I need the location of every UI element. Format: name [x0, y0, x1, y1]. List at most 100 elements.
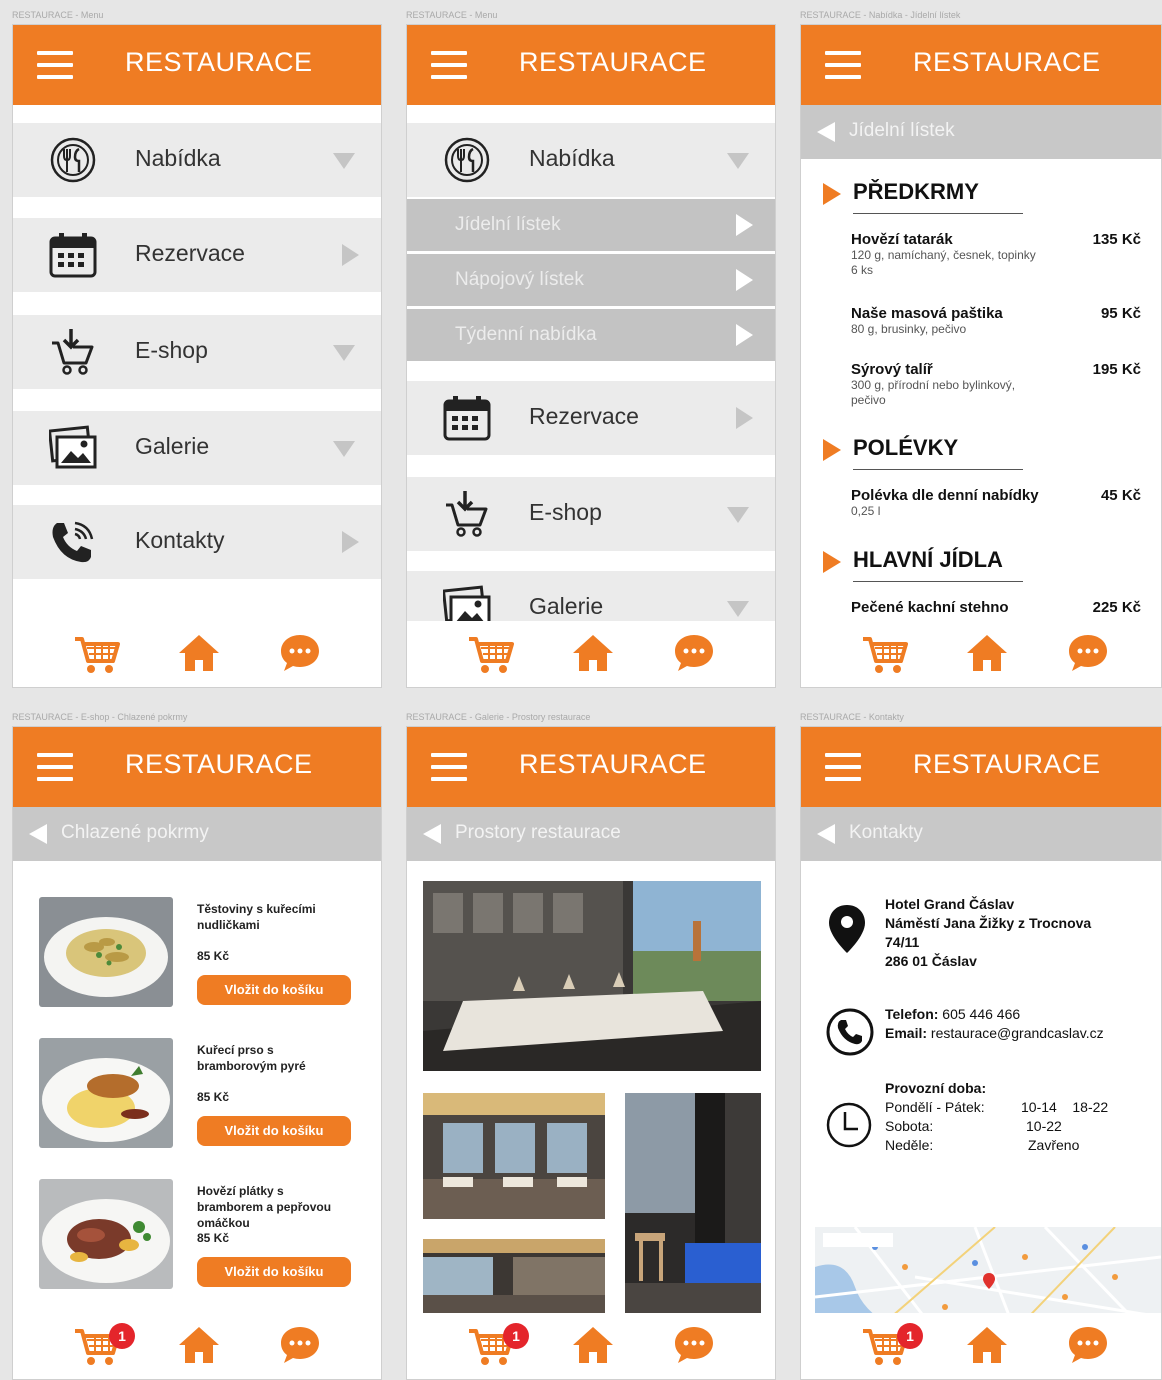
- chat-icon[interactable]: [1067, 1325, 1109, 1365]
- calendar-icon: [443, 395, 491, 441]
- menu-item-label: E-shop: [529, 499, 602, 525]
- home-icon[interactable]: [177, 633, 221, 673]
- product-name: Kuřecí prso s bramborovým pyré: [197, 1043, 306, 1073]
- submenu-item-napojovy-listek[interactable]: Nápojový lístek: [407, 254, 775, 306]
- menu-item-rezervace[interactable]: Rezervace: [407, 381, 775, 455]
- menu-item-rezervace[interactable]: Rezervace: [13, 218, 381, 292]
- hours-time: 10-14 18-22: [1021, 1099, 1109, 1115]
- dish-item: Pečené kachní stehno 225 Kč: [851, 599, 1141, 616]
- home-icon[interactable]: [571, 633, 615, 673]
- category-marker-icon: [823, 551, 841, 573]
- phone-screen: RESTAURACE Prostory restaurace 1: [406, 726, 776, 1380]
- frame-label: RESTAURACE - Menu: [406, 10, 498, 20]
- gallery-photo-tables[interactable]: [423, 1239, 605, 1317]
- cart-count-badge: 1: [109, 1323, 135, 1349]
- back-arrow-icon[interactable]: [817, 824, 835, 844]
- chevron-right-icon: [736, 269, 753, 291]
- hours-row: Neděle: Zavřeno: [885, 1136, 1145, 1155]
- home-icon[interactable]: [965, 1325, 1009, 1365]
- home-icon[interactable]: [965, 633, 1009, 673]
- cart-icon[interactable]: [467, 635, 515, 675]
- bottom-nav: 1: [801, 1313, 1161, 1379]
- app-header: RESTAURACE: [801, 25, 1161, 105]
- menu-item-label: Nabídka: [529, 145, 615, 171]
- hamburger-menu-icon[interactable]: [825, 753, 861, 781]
- hamburger-menu-icon[interactable]: [37, 51, 73, 79]
- chat-icon[interactable]: [673, 1325, 715, 1365]
- menu-item-galerie[interactable]: Galerie: [13, 411, 381, 485]
- app-header: RESTAURACE: [13, 727, 381, 807]
- email-label: Email:: [885, 1025, 928, 1041]
- address-line: Náměstí Jana Žižky z Trocnova: [885, 915, 1092, 931]
- chat-icon[interactable]: [673, 633, 715, 673]
- cart-download-icon: [49, 329, 97, 375]
- add-to-cart-button[interactable]: Vložit do košíku: [197, 1257, 351, 1287]
- dish-item: Sýrový talíř 300 g, přírodní nebo bylink…: [851, 361, 1141, 408]
- page-title: Prostory restaurace: [455, 822, 621, 843]
- chat-icon[interactable]: [279, 633, 321, 673]
- menu-item-kontakty[interactable]: Kontakty: [13, 505, 381, 579]
- frame-label: RESTAURACE - Galerie - Prostory restaura…: [406, 712, 591, 722]
- menu-item-nabidka[interactable]: Nabídka: [13, 123, 381, 197]
- back-arrow-icon[interactable]: [29, 824, 47, 844]
- chevron-down-icon: [333, 153, 355, 169]
- gallery-photo-bar[interactable]: [625, 1093, 761, 1317]
- category-marker-icon: [823, 439, 841, 461]
- menu-item-nabidka[interactable]: Nabídka: [407, 123, 775, 197]
- product-name: Těstoviny s kuřecími nudličkami: [197, 902, 316, 932]
- dish-description: 0,25 l: [851, 504, 881, 518]
- frame-menu-expanded: RESTAURACE - Menu RESTAURACE Nabídka Jíd…: [406, 10, 776, 688]
- chevron-right-icon: [736, 214, 753, 236]
- chat-icon[interactable]: [1067, 633, 1109, 673]
- dish-price: 135 Kč: [1092, 231, 1141, 248]
- hours-time: 10-22: [1026, 1118, 1062, 1134]
- category-marker-icon: [823, 183, 841, 205]
- cart-download-icon: [443, 491, 491, 537]
- dish-name: Naše masová paštika: [851, 305, 1003, 322]
- dish-price: 95 Kč: [1100, 305, 1141, 322]
- submenu-item-jidelni-listek[interactable]: Jídelní lístek: [407, 199, 775, 251]
- cart-icon[interactable]: [73, 635, 121, 675]
- address: Hotel Grand Čáslav Náměstí Jana Žižky z …: [885, 895, 1091, 971]
- product-card: Kuřecí prso s bramborovým pyré 85 Kč Vlo…: [39, 1038, 369, 1158]
- home-icon[interactable]: [177, 1325, 221, 1365]
- back-arrow-icon[interactable]: [423, 824, 441, 844]
- submenu-item-tydenni-nabidka[interactable]: Týdenní nabídka: [407, 309, 775, 361]
- hamburger-menu-icon[interactable]: [825, 51, 861, 79]
- address-line: Hotel Grand Čáslav: [885, 896, 1015, 912]
- product-price: 85 Kč: [197, 1231, 230, 1245]
- menu-item-eshop[interactable]: E-shop: [13, 315, 381, 389]
- gallery-photo-dining-hall[interactable]: [423, 881, 761, 1071]
- hamburger-menu-icon[interactable]: [431, 753, 467, 781]
- product-price: 85 Kč: [197, 1090, 230, 1104]
- frame-kontakty: RESTAURACE - Kontakty RESTAURACE Kontakt…: [800, 712, 1162, 1380]
- email-address[interactable]: restaurace@grandcaslav.cz: [931, 1025, 1104, 1041]
- hours-row: Pondělí - Pátek: 10-14 18-22: [885, 1098, 1145, 1117]
- gallery-photo-lounge[interactable]: [423, 1093, 605, 1219]
- hamburger-menu-icon[interactable]: [431, 51, 467, 79]
- bottom-nav: 1: [13, 1313, 381, 1379]
- sub-header: Kontakty: [801, 807, 1161, 861]
- menu-item-label: Rezervace: [135, 240, 245, 266]
- frame-eshop: RESTAURACE - E-shop - Chlazené pokrmy RE…: [12, 712, 382, 1380]
- dish-description: 120 g, namíchaný, česnek, topinky 6 ks: [851, 248, 1036, 277]
- frame-label: RESTAURACE - Menu: [12, 10, 104, 20]
- frame-jidelni-listek: RESTAURACE - Nabídka - Jídelní lístek RE…: [800, 10, 1162, 688]
- add-to-cart-button[interactable]: Vložit do košíku: [197, 975, 351, 1005]
- dish-price: 45 Kč: [1100, 487, 1141, 504]
- cart-icon[interactable]: [861, 635, 909, 675]
- phone-number[interactable]: 605 446 466: [942, 1006, 1020, 1022]
- opening-hours: Pondělí - Pátek: 10-14 18-22 Sobota: 10-…: [885, 1098, 1145, 1155]
- hours-title: Provozní doba:: [885, 1080, 987, 1096]
- menu-item-eshop[interactable]: E-shop: [407, 477, 775, 551]
- app-header: RESTAURACE: [13, 25, 381, 105]
- back-arrow-icon[interactable]: [817, 122, 835, 142]
- chevron-down-icon: [333, 345, 355, 361]
- home-icon[interactable]: [571, 1325, 615, 1365]
- dish-price: 195 Kč: [1092, 361, 1141, 378]
- dish-item: Polévka dle denní nabídky 0,25 l 45 Kč: [851, 487, 1141, 519]
- add-to-cart-button[interactable]: Vložit do košíku: [197, 1116, 351, 1146]
- hamburger-menu-icon[interactable]: [37, 753, 73, 781]
- chevron-down-icon: [727, 601, 749, 617]
- chat-icon[interactable]: [279, 1325, 321, 1365]
